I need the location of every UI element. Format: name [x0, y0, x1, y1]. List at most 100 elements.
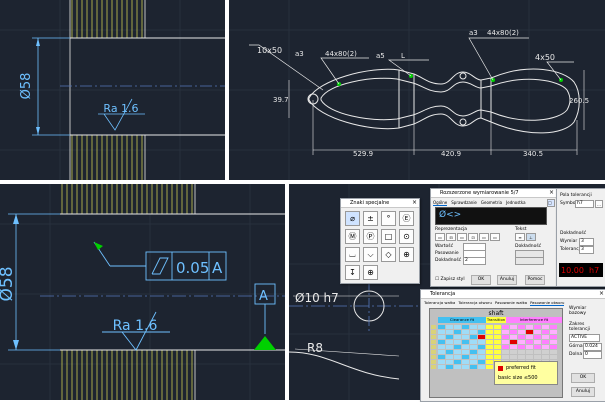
grid-cell[interactable]: [438, 350, 445, 354]
tab-hole-fit[interactable]: Pasowanie otworu: [530, 300, 565, 306]
cancel-button[interactable]: Anuluj: [497, 275, 517, 285]
fit-panel[interactable]: Pola tolerancji Symbol h7 … Dokładność W…: [556, 188, 605, 287]
grid-cell[interactable]: [542, 350, 549, 354]
grid-cell[interactable]: [494, 325, 501, 329]
grid-cell[interactable]: [518, 345, 525, 349]
grid-cell[interactable]: [510, 350, 517, 354]
grid-cell[interactable]: [462, 345, 469, 349]
grid-cell[interactable]: [486, 325, 493, 329]
grid-cell[interactable]: [478, 355, 485, 359]
grid-cell[interactable]: [462, 335, 469, 339]
symbol-button[interactable]: ⌴: [345, 247, 360, 262]
lower-input[interactable]: 0: [583, 351, 602, 359]
grid-cell[interactable]: [534, 330, 541, 334]
grid-cell[interactable]: [526, 325, 533, 329]
repr-button-1[interactable]: ▭: [435, 233, 445, 241]
grid-cell[interactable]: [454, 365, 461, 369]
expand-button[interactable]: □: [547, 199, 555, 207]
grid-cell[interactable]: [518, 325, 525, 329]
grid-cell[interactable]: [470, 355, 477, 359]
fit-symbol-select[interactable]: h7: [575, 200, 594, 208]
grid-cell[interactable]: [534, 350, 541, 354]
grid-cell[interactable]: [534, 335, 541, 339]
grid-cell[interactable]: [534, 340, 541, 344]
grid-cell[interactable]: [446, 365, 453, 369]
grid-cell[interactable]: [494, 335, 501, 339]
symbol-button[interactable]: Ⓜ: [345, 229, 360, 244]
grid-cell[interactable]: [486, 365, 493, 369]
repr-button-6[interactable]: ▭: [490, 233, 500, 241]
fit-chart[interactable]: shaft Clearance fit Transition Interfere…: [429, 308, 563, 398]
grid-cell[interactable]: [550, 335, 557, 339]
grid-cell[interactable]: [478, 345, 485, 349]
tab-shaft-fit[interactable]: Pasowanie wałka: [495, 300, 527, 306]
repr-button-3[interactable]: ▭: [457, 233, 467, 241]
grid-cell[interactable]: [502, 330, 509, 334]
grid-cell[interactable]: [478, 360, 485, 364]
dimension-dialog-titlebar[interactable]: Rozszerzone wymiarowanie 5/7 ×: [431, 189, 556, 198]
grid-cell[interactable]: [438, 355, 445, 359]
close-icon[interactable]: ×: [599, 290, 604, 298]
grid-cell[interactable]: [438, 360, 445, 364]
grid-cell[interactable]: [478, 340, 485, 344]
repr-button-2[interactable]: ⊟: [446, 233, 456, 241]
grid-cell[interactable]: [454, 345, 461, 349]
symbol-button[interactable]: ◇: [381, 247, 396, 262]
symbol-button[interactable]: Ⓔ: [399, 211, 414, 226]
grid-cell[interactable]: [518, 355, 525, 359]
grid-cell[interactable]: [542, 355, 549, 359]
grid-cell[interactable]: [438, 365, 445, 369]
tolerance-dialog[interactable]: Tolerancja × Tolerancja wałka Tolerancja…: [420, 289, 605, 402]
symbol-button[interactable]: ⊕: [363, 265, 378, 280]
text-align-up-button[interactable]: ⊥: [526, 233, 536, 241]
grid-cell[interactable]: [470, 365, 477, 369]
grid-cell[interactable]: [542, 325, 549, 329]
cad-viewport-bottom-left[interactable]: Ø58 0.05 A A Ra 1.6: [0, 184, 285, 400]
save-style-checkbox[interactable]: ☐ Zapisz styl: [435, 277, 465, 282]
tol-precision-input[interactable]: 3: [579, 246, 594, 254]
grid-cell[interactable]: [470, 330, 477, 334]
grid-cell[interactable]: [550, 345, 557, 349]
dimension-text-editor[interactable]: Ø<>: [435, 207, 547, 225]
grid-cell[interactable]: [510, 325, 517, 329]
grid-cell[interactable]: [438, 340, 445, 344]
grid-cell[interactable]: [486, 340, 493, 344]
grid-cell[interactable]: [518, 335, 525, 339]
grid-cell[interactable]: [494, 340, 501, 344]
grid-cell[interactable]: [526, 335, 533, 339]
grid-cell[interactable]: [478, 365, 485, 369]
grid-cell[interactable]: [462, 355, 469, 359]
grid-cell[interactable]: [478, 350, 485, 354]
grid-cell[interactable]: [502, 345, 509, 349]
grid-cell[interactable]: [494, 345, 501, 349]
grid-cell[interactable]: [462, 365, 469, 369]
fit-picker-button[interactable]: …: [595, 200, 603, 208]
grid-cell[interactable]: [446, 335, 453, 339]
grid-cell[interactable]: [462, 325, 469, 329]
grid-cell[interactable]: [502, 335, 509, 339]
range-input[interactable]: ACTIVE: [569, 334, 600, 342]
repr-button-4[interactable]: ⊡: [468, 233, 478, 241]
grid-cell[interactable]: [470, 325, 477, 329]
grid-cell[interactable]: [470, 360, 477, 364]
ok-button[interactable]: OK: [471, 275, 491, 285]
grid-cell[interactable]: [526, 340, 533, 344]
cad-viewport-top-right[interactable]: 10x50 a3 44x80(2) a5 L a3 44x80(2) 4x50 …: [229, 0, 605, 180]
grid-cell[interactable]: [486, 330, 493, 334]
grid-cell[interactable]: [534, 355, 541, 359]
symbol-button[interactable]: ⊙: [399, 229, 414, 244]
grid-cell[interactable]: [518, 330, 525, 334]
grid-cell[interactable]: [446, 330, 453, 334]
grid-cell[interactable]: [454, 340, 461, 344]
grid-cell[interactable]: [486, 345, 493, 349]
dimension-dialog[interactable]: Rozszerzone wymiarowanie 5/7 × Ogólne Sp…: [430, 188, 557, 287]
tab-shaft-tolerance[interactable]: Tolerancja wałka: [424, 300, 455, 306]
grid-cell[interactable]: [470, 345, 477, 349]
grid-cell[interactable]: [550, 350, 557, 354]
tab-check[interactable]: Sprawdzanie: [451, 200, 477, 206]
grid-cell[interactable]: [534, 345, 541, 349]
grid-cell[interactable]: [446, 360, 453, 364]
grid-cell[interactable]: [494, 350, 501, 354]
grid-cell[interactable]: [462, 350, 469, 354]
grid-cell[interactable]: [438, 325, 445, 329]
